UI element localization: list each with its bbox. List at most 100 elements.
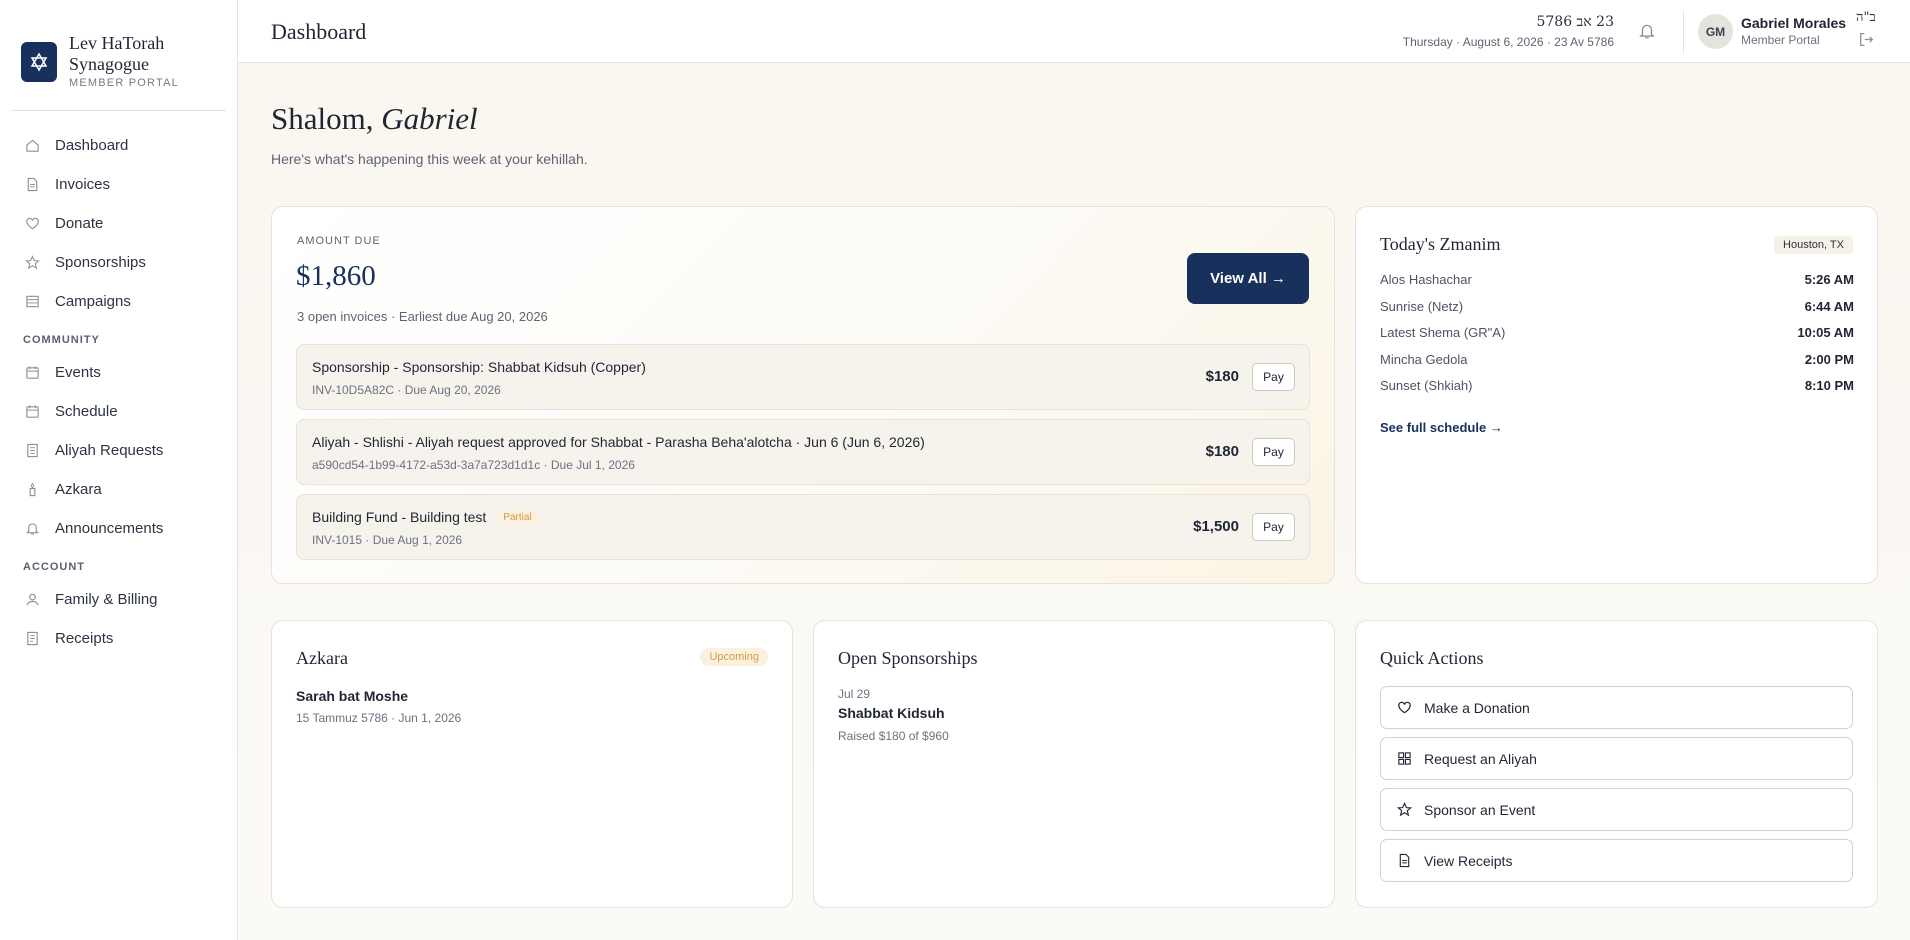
azkara-card: Azkara Upcoming Sarah bat Moshe 15 Tammu… bbox=[271, 620, 793, 908]
document-icon bbox=[1396, 853, 1412, 869]
azkara-name: Sarah bat Moshe bbox=[296, 688, 409, 704]
logout-icon[interactable] bbox=[1858, 31, 1875, 48]
view-receipts-button[interactable]: View Receipts bbox=[1380, 839, 1853, 882]
full-schedule-link[interactable]: See full schedule → bbox=[1380, 420, 1503, 435]
quick-action-label: Sponsor an Event bbox=[1424, 801, 1536, 818]
sidebar-item-campaigns[interactable]: Campaigns bbox=[0, 282, 238, 321]
sidebar-item-label: Schedule bbox=[55, 403, 118, 420]
sponsorship-date: Jul 29 bbox=[838, 687, 871, 701]
request-aliyah-button[interactable]: Request an Aliyah bbox=[1380, 737, 1853, 780]
invoice-amount: $180 bbox=[1205, 443, 1239, 460]
nav-section-account: ACCOUNT bbox=[23, 561, 85, 573]
calendar-icon bbox=[24, 365, 40, 381]
zman-time: 10:05 AM bbox=[1797, 325, 1854, 340]
zman-name: Alos Hashachar bbox=[1380, 272, 1472, 287]
azkara-date: 15 Tammuz 5786 · Jun 1, 2026 bbox=[296, 711, 462, 725]
candle-icon bbox=[24, 482, 40, 498]
pay-button[interactable]: Pay bbox=[1252, 438, 1295, 466]
sidebar: Lev HaTorah Synagogue MEMBER PORTAL Dash… bbox=[0, 0, 238, 940]
gregorian-date: Thursday · August 6, 2026 · 23 Av 5786 bbox=[1402, 35, 1614, 49]
hebrew-date: 23 אב 5786 bbox=[1536, 14, 1614, 30]
zman-time: 8:10 PM bbox=[1804, 378, 1854, 393]
sponsorship-name[interactable]: Shabbat Kidsuh bbox=[838, 705, 945, 721]
location-badge: Houston, TX bbox=[1774, 236, 1853, 254]
sidebar-item-azkara[interactable]: Azkara bbox=[0, 470, 238, 509]
header-dates: 23 אב 5786 Thursday · August 6, 2026 · 2… bbox=[1403, 14, 1614, 49]
sidebar-item-announcements[interactable]: Announcements bbox=[0, 509, 238, 548]
sidebar-item-label: Family & Billing bbox=[55, 591, 158, 608]
home-icon bbox=[24, 138, 40, 154]
sidebar-item-label: Announcements bbox=[55, 520, 164, 537]
zman-name: Sunrise (Netz) bbox=[1380, 299, 1464, 314]
user-icon bbox=[24, 592, 40, 608]
notifications-bell-icon[interactable] bbox=[1638, 22, 1658, 42]
star-of-david-logo-icon bbox=[21, 42, 57, 82]
header-divider bbox=[1683, 11, 1684, 53]
sidebar-item-dashboard[interactable]: Dashboard bbox=[0, 126, 238, 165]
user-name: Gabriel Morales bbox=[1741, 15, 1847, 31]
quick-actions-card: Quick Actions Make a Donation Request an… bbox=[1355, 620, 1878, 908]
star-icon bbox=[1396, 802, 1412, 818]
pay-button[interactable]: Pay bbox=[1252, 363, 1295, 391]
stack-icon bbox=[24, 294, 40, 310]
zmanim-row: Sunrise (Netz) 6:44 AM bbox=[1380, 299, 1854, 319]
book-icon bbox=[24, 443, 40, 459]
bh-mark: ב"ה bbox=[1856, 10, 1876, 25]
open-sponsorships-card: Open Sponsorships Jul 29 Shabbat Kidsuh … bbox=[813, 620, 1335, 908]
amount-due-card: AMOUNT DUE $1,860 3 open invoices · Earl… bbox=[271, 206, 1335, 584]
sidebar-item-family-billing[interactable]: Family & Billing bbox=[0, 580, 238, 619]
pay-button[interactable]: Pay bbox=[1252, 513, 1295, 541]
sidebar-item-sponsorships[interactable]: Sponsorships bbox=[0, 243, 238, 282]
greeting-heading: Shalom, Gabriel bbox=[271, 101, 478, 137]
upcoming-badge: Upcoming bbox=[700, 648, 768, 666]
invoice-amount: $180 bbox=[1205, 368, 1239, 385]
sponsorships-title: Open Sponsorships bbox=[838, 648, 978, 668]
star-icon bbox=[24, 255, 40, 271]
sidebar-item-label: Aliyah Requests bbox=[55, 442, 164, 459]
greeting-name: Gabriel bbox=[381, 101, 478, 136]
sidebar-item-receipts[interactable]: Receipts bbox=[0, 619, 238, 658]
receipt-icon bbox=[24, 631, 40, 647]
sidebar-item-schedule[interactable]: Schedule bbox=[0, 392, 238, 431]
quick-action-label: Make a Donation bbox=[1424, 699, 1530, 716]
bell-icon bbox=[24, 521, 40, 537]
sponsor-event-button[interactable]: Sponsor an Event bbox=[1380, 788, 1853, 831]
zmanim-row: Latest Shema (GR"A) 10:05 AM bbox=[1380, 325, 1854, 345]
sidebar-item-label: Campaigns bbox=[55, 293, 131, 310]
sidebar-item-invoices[interactable]: Invoices bbox=[0, 165, 238, 204]
sidebar-item-label: Sponsorships bbox=[55, 254, 146, 271]
user-info[interactable]: Gabriel Morales Member Portal bbox=[1741, 15, 1846, 47]
heart-icon bbox=[1396, 700, 1412, 716]
top-header: Dashboard 23 אב 5786 Thursday · August 6… bbox=[238, 0, 1910, 63]
invoice-row[interactable]: Sponsorship - Sponsorship: Shabbat Kidsu… bbox=[296, 344, 1310, 410]
zman-name: Mincha Gedola bbox=[1380, 352, 1468, 367]
sidebar-item-events[interactable]: Events bbox=[0, 353, 238, 392]
brand-name-line2: Synagogue bbox=[69, 54, 149, 74]
brand[interactable]: Lev HaTorah Synagogue MEMBER PORTAL bbox=[21, 33, 179, 89]
zman-name: Sunset (Shkiah) bbox=[1380, 378, 1473, 393]
partial-badge: Partial bbox=[496, 510, 539, 525]
make-donation-button[interactable]: Make a Donation bbox=[1380, 686, 1853, 729]
zmanim-row: Sunset (Shkiah) 8:10 PM bbox=[1380, 378, 1854, 398]
view-all-button[interactable]: View All → bbox=[1187, 253, 1309, 304]
zman-time: 5:26 AM bbox=[1804, 272, 1854, 287]
invoice-meta: a590cd54-1b99-4172-a53d-3a7a723d1d1c · D… bbox=[312, 458, 635, 472]
invoice-meta: INV-1015 · Due Aug 1, 2026 bbox=[312, 533, 463, 547]
sidebar-item-label: Receipts bbox=[55, 630, 114, 647]
sidebar-item-label: Invoices bbox=[55, 176, 111, 193]
zmanim-title: Today's Zmanim bbox=[1380, 234, 1501, 254]
greeting-subtitle: Here's what's happening this week at you… bbox=[271, 151, 588, 167]
sidebar-item-label: Donate bbox=[55, 215, 104, 232]
sidebar-item-donate[interactable]: Donate bbox=[0, 204, 238, 243]
sponsorship-raised: Raised $180 of $960 bbox=[838, 729, 949, 743]
user-role: Member Portal bbox=[1741, 33, 1820, 47]
invoice-meta: INV-10D5A82C · Due Aug 20, 2026 bbox=[312, 383, 501, 397]
invoice-row[interactable]: Building Fund - Building test Partial INV… bbox=[296, 494, 1310, 560]
invoice-row[interactable]: Aliyah - Shlishi - Aliyah request approv… bbox=[296, 419, 1310, 485]
sidebar-item-aliyah-requests[interactable]: Aliyah Requests bbox=[0, 431, 238, 470]
avatar[interactable]: GM bbox=[1698, 14, 1733, 49]
zmanim-card: Today's Zmanim Houston, TX Alos Hashacha… bbox=[1355, 206, 1878, 584]
zman-name: Latest Shema (GR"A) bbox=[1380, 325, 1506, 340]
zmanim-row: Mincha Gedola 2:00 PM bbox=[1380, 352, 1854, 372]
invoice-title: Sponsorship - Sponsorship: Shabbat Kidsu… bbox=[312, 359, 646, 375]
